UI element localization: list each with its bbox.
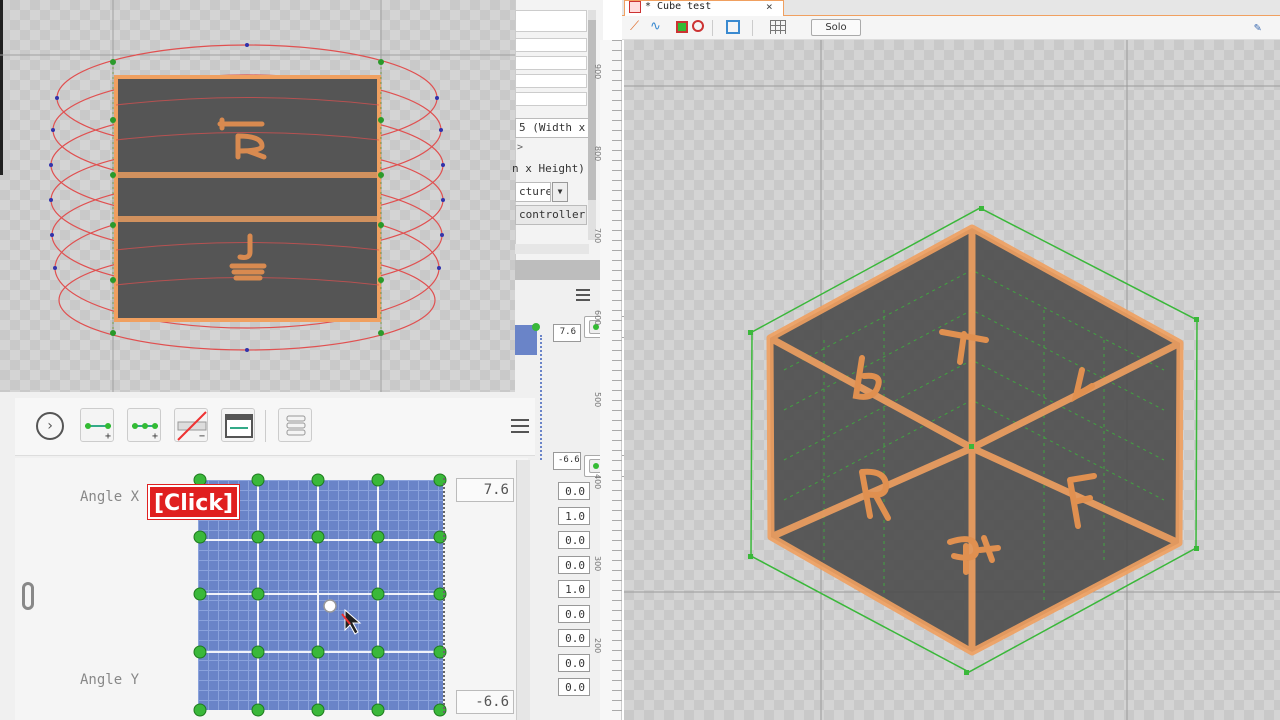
properties-divider <box>515 260 603 280</box>
add-keyform-button[interactable]: + <box>80 408 114 442</box>
document-icon <box>629 1 641 13</box>
param-value-column: 0.0 1.0 0.0 0.0 1.0 0.0 0.0 0.0 0.0 <box>540 478 590 720</box>
properties-scroll-thumb[interactable] <box>588 20 596 200</box>
ruler-label: 700 <box>593 228 602 244</box>
remove-key-icon: − <box>177 411 207 442</box>
solo-button[interactable]: Solo <box>811 19 861 36</box>
property-size-label: n x Height) <box>512 162 585 175</box>
angle-x-max-field[interactable]: 7.6 <box>456 478 514 502</box>
lasso-icon[interactable] <box>692 20 704 32</box>
fit-view-icon[interactable] <box>726 20 740 34</box>
window-icon <box>225 414 253 438</box>
properties-field-1 <box>515 38 587 52</box>
property-width-height[interactable]: 5 (Width x He <box>515 118 589 138</box>
toolbar-separator <box>712 20 713 36</box>
properties-field-3 <box>515 74 587 88</box>
mesh-tool-icon[interactable] <box>676 21 688 33</box>
grid-keys-icon <box>286 415 306 436</box>
mini-max-field[interactable]: 7.6 <box>553 324 581 342</box>
ruler-label: 300 <box>593 556 602 572</box>
add-three-keys-button[interactable]: + <box>127 408 161 442</box>
param-value-field[interactable]: 0.0 <box>558 555 590 574</box>
ruler-label: 200 <box>593 638 602 654</box>
ruler-label: 400 <box>593 474 602 490</box>
svg-text:+: + <box>105 431 111 442</box>
param-value-field[interactable]: 0.0 <box>558 604 590 623</box>
keyform-window-button[interactable] <box>221 408 255 442</box>
keyform-scrollbar[interactable] <box>516 460 530 720</box>
link-chain-icon[interactable] <box>22 582 34 610</box>
param-value-field[interactable]: 0.0 <box>558 531 590 549</box>
curve-tool-icon[interactable]: ∿ <box>650 20 664 34</box>
document-tab-title: * Cube test <box>645 1 712 12</box>
param-value-field[interactable]: 0.0 <box>558 629 590 647</box>
ruler-label: 600 <box>593 310 602 326</box>
chevron-down-icon[interactable]: ▼ <box>552 182 568 202</box>
toolbar-separator <box>265 410 266 442</box>
label-angle-x: Angle X <box>80 489 140 505</box>
param-value-field[interactable]: 0.0 <box>558 653 590 672</box>
left-viewport-mesh <box>0 0 515 392</box>
remove-keyform-button[interactable]: − <box>174 408 208 442</box>
add-key-icon: + <box>85 423 111 442</box>
hamburger-menu-icon[interactable] <box>576 289 590 301</box>
param-value-field[interactable]: 1.0 <box>558 580 590 598</box>
property-expand-row[interactable]: > <box>515 142 589 158</box>
click-badge: [Click] <box>148 485 240 519</box>
grid-toggle-icon[interactable] <box>770 20 786 34</box>
property-structure-dropdown[interactable]: cture <box>515 182 551 202</box>
svg-text:−: − <box>199 431 205 442</box>
label-angle-y: Angle Y <box>80 672 140 688</box>
property-controllers-button[interactable]: controllers <box>515 205 587 225</box>
param-value-field[interactable]: 0.0 <box>558 678 590 696</box>
param-value-field[interactable]: 1.0 <box>558 506 590 525</box>
angle-y-min-field[interactable]: -6.6 <box>456 690 514 714</box>
properties-field-4 <box>515 92 587 106</box>
view-toolbar <box>622 16 1280 40</box>
pin-icon[interactable]: ✎ <box>1254 20 1266 34</box>
svg-text:+: + <box>152 431 158 442</box>
close-tab-icon[interactable]: × <box>766 0 773 13</box>
cube-mesh <box>624 40 1280 720</box>
keyform-grid-button[interactable] <box>278 408 312 442</box>
grid-dotted-border <box>443 478 451 713</box>
mini-green-point <box>532 323 540 331</box>
properties-field-2 <box>515 56 587 70</box>
ruler-label: 900 <box>593 64 602 80</box>
properties-header-bar <box>515 10 587 32</box>
mini-min-field[interactable]: -6.6 <box>553 452 581 470</box>
ruler-ticks <box>612 40 622 720</box>
properties-h-scrollbar[interactable] <box>515 244 589 254</box>
add-keys-icon: + <box>132 423 158 442</box>
ruler-label: 500 <box>593 392 602 408</box>
toolbar-separator <box>752 20 753 36</box>
path-tool-icon[interactable]: ⟋ <box>630 20 644 34</box>
hamburger-menu-icon[interactable] <box>511 419 529 433</box>
param-value-field[interactable]: 0.0 <box>558 482 590 500</box>
ruler-label: 800 <box>593 146 602 162</box>
navigate-arrow-icon[interactable]: › <box>36 412 64 440</box>
mini-dotted-track <box>540 335 542 460</box>
